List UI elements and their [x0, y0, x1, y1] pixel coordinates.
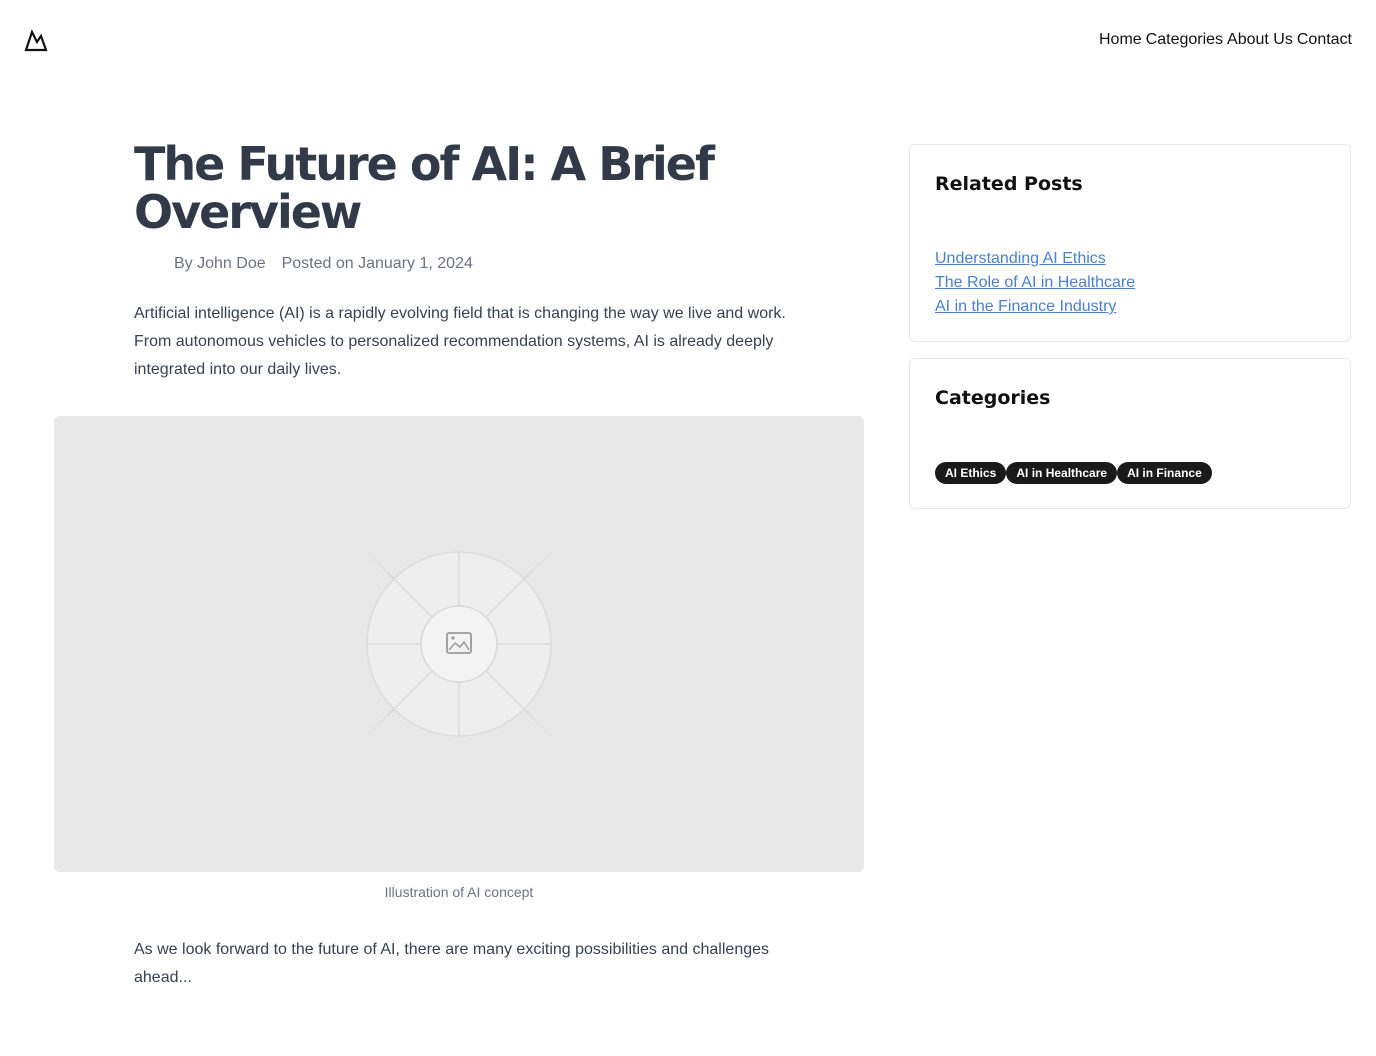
site-header: Home Categories About Us Contact — [0, 0, 1376, 80]
category-tags: AI Ethics AI in Healthcare AI in Finance — [935, 462, 1212, 484]
related-link-ai-ethics[interactable]: Understanding AI Ethics — [935, 247, 1135, 271]
page-title: The Future of AI: A Brief Overview — [134, 137, 715, 239]
mountain-logo-icon[interactable] — [24, 28, 48, 52]
nav-categories[interactable]: Categories — [1146, 29, 1223, 51]
article-intro: Artificial intelligence (AI) is a rapidl… — [134, 305, 786, 378]
image-placeholder-icon — [329, 511, 589, 777]
nav-home[interactable]: Home — [1099, 29, 1142, 51]
article-outro: As we look forward to the future of AI, … — [134, 941, 770, 986]
related-posts-card: Related Posts Understanding AI Ethics Th… — [909, 144, 1351, 342]
article-meta: By John Doe Posted on January 1, 2024 — [174, 254, 473, 274]
tag-ai-ethics[interactable]: AI Ethics — [935, 462, 1007, 484]
tag-ai-finance[interactable]: AI in Finance — [1117, 462, 1212, 484]
categories-heading: Categories — [935, 387, 1051, 409]
image-caption: Illustration of AI concept — [384, 884, 534, 900]
related-link-ai-healthcare[interactable]: The Role of AI in Healthcare — [935, 271, 1135, 295]
categories-card: Categories AI Ethics AI in Healthcare AI… — [909, 358, 1351, 509]
post-date: Posted on January 1, 2024 — [281, 255, 473, 272]
related-posts-heading: Related Posts — [935, 173, 1083, 195]
nav-contact[interactable]: Contact — [1297, 29, 1352, 51]
main-nav: Home Categories About Us Contact — [1099, 29, 1352, 51]
article-image — [54, 416, 864, 872]
related-link-ai-finance[interactable]: AI in the Finance Industry — [935, 295, 1135, 319]
nav-about-us[interactable]: About Us — [1227, 29, 1293, 51]
related-posts-list: Understanding AI Ethics The Role of AI i… — [935, 247, 1135, 319]
article-header: The Future of AI: A Brief Overview — [134, 140, 814, 236]
tag-ai-healthcare[interactable]: AI in Healthcare — [1006, 462, 1118, 484]
author-byline: By John Doe — [174, 255, 266, 272]
